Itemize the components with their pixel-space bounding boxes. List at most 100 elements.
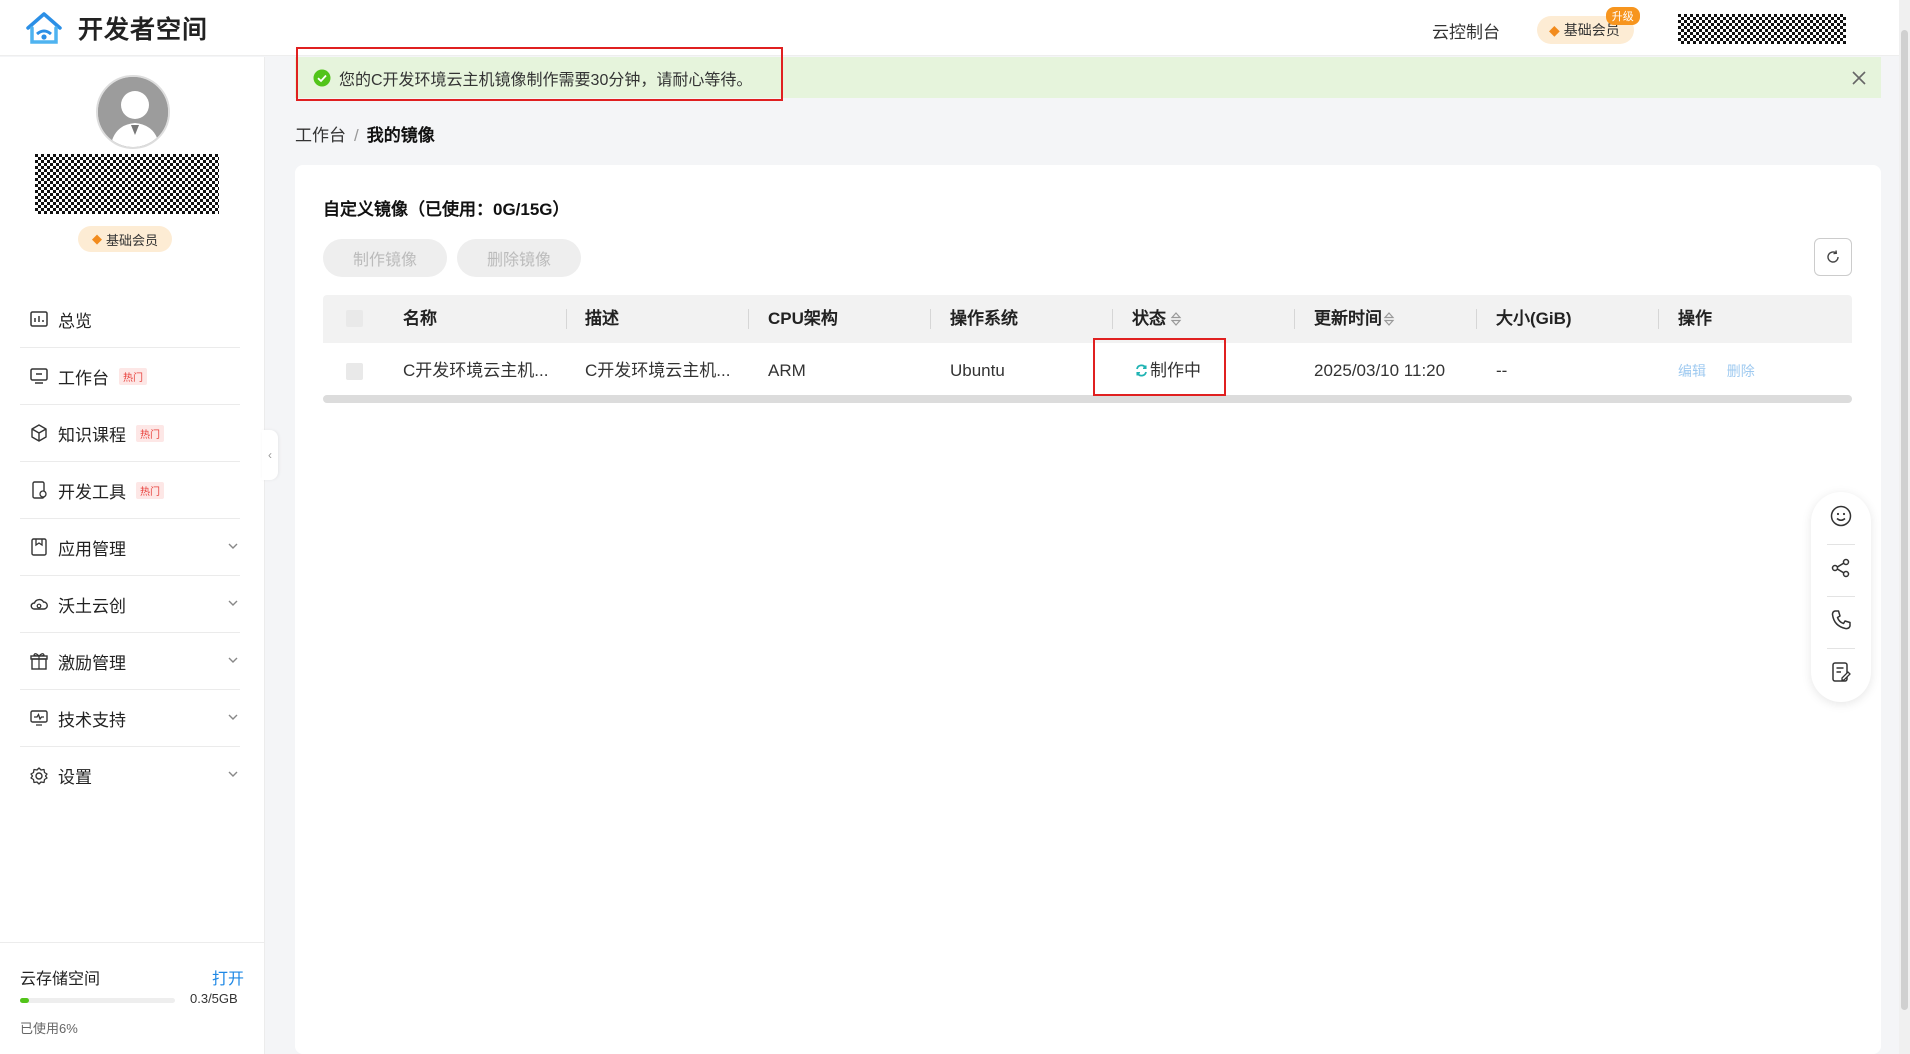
hot-tag: 热门 (136, 424, 164, 442)
workbench-icon (28, 365, 50, 387)
sort-icon[interactable] (1383, 312, 1395, 326)
overview-icon (28, 308, 50, 330)
username-redacted (35, 154, 219, 214)
table-horizontal-scrollbar[interactable] (323, 395, 1852, 403)
floating-tool-panel (1811, 492, 1871, 702)
sidebar-item-workbench[interactable]: 工作台 热门 (20, 348, 240, 405)
cell-os: Ubuntu (950, 361, 1005, 380)
sidebar-item-app-manage[interactable]: 应用管理 (20, 519, 240, 576)
course-icon (28, 422, 50, 444)
sidebar-item-devtools[interactable]: 开发工具 热门 (20, 462, 240, 519)
support-icon (28, 707, 50, 729)
phone-icon (1831, 610, 1851, 630)
select-all-checkbox[interactable] (346, 310, 363, 327)
sidebar: ◆ 基础会员 总览 工作台 热门 知识课程 热门 开发工具 热门 应用管理 沃土… (0, 57, 265, 1054)
logo-icon (26, 12, 62, 44)
sidebar-item-courses[interactable]: 知识课程 热门 (20, 405, 240, 462)
refresh-icon (1827, 250, 1839, 263)
sidebar-item-label: 激励管理 (58, 653, 126, 673)
delete-image-button[interactable]: 删除镜像 (457, 239, 581, 277)
sidebar-item-label: 沃土云创 (58, 596, 126, 616)
sidebar-item-overview[interactable]: 总览 (20, 291, 240, 348)
sidebar-item-label: 知识课程 (58, 425, 126, 445)
breadcrumb-root[interactable]: 工作台 (295, 126, 346, 145)
cell-size: -- (1496, 361, 1508, 380)
scrollbar-thumb[interactable] (1901, 30, 1908, 1010)
sidebar-item-settings[interactable]: 设置 (20, 747, 240, 804)
app-title: 开发者空间 (78, 16, 209, 44)
hot-tag: 热门 (119, 367, 147, 385)
gear-icon (28, 765, 50, 787)
storage-used-text: 已使用6% (20, 1021, 78, 1036)
breadcrumb-separator: / (354, 126, 359, 145)
smiley-icon (1830, 505, 1852, 527)
delete-link[interactable]: 删除 (1727, 363, 1755, 379)
member-badge[interactable]: ◆ 基础会员 升级 (1537, 7, 1640, 44)
close-icon[interactable] (1851, 70, 1867, 86)
sidebar-item-label: 设置 (58, 768, 92, 787)
sidebar-member-label: 基础会员 (106, 232, 159, 248)
feedback-button[interactable] (1825, 500, 1857, 532)
row-checkbox[interactable] (346, 363, 363, 380)
phone-button[interactable] (1825, 604, 1857, 636)
sidebar-item-support[interactable]: 技术支持 (20, 690, 240, 747)
chevron-left-icon: ‹ (268, 448, 272, 462)
storage-quota: 0.3/5GB (190, 991, 238, 1006)
avatar[interactable] (96, 75, 170, 149)
diamond-icon: ◆ (92, 231, 102, 246)
storage-open-link[interactable]: 打开 (212, 965, 244, 989)
cell-name: C开发环境云主机... (403, 361, 549, 380)
table-header: 名称 描述 CPU架构 操作系统 状态 更新时间 大小(GiB) 操作 (323, 295, 1852, 343)
sidebar-item-label: 技术支持 (58, 710, 126, 730)
highlight-box-status (1093, 338, 1226, 396)
edit-link[interactable]: 编辑 (1678, 363, 1706, 379)
chevron-down-icon (228, 657, 238, 663)
storage-progress-track (20, 998, 175, 1003)
image-table: 名称 描述 CPU架构 操作系统 状态 更新时间 大小(GiB) 操作 C开发环… (323, 295, 1852, 403)
column-header-description: 描述 (585, 309, 619, 328)
cell-description: C开发环境云主机... (585, 361, 731, 380)
share-button[interactable] (1825, 552, 1857, 584)
share-icon (1831, 558, 1850, 578)
logo[interactable]: 开发者空间 (22, 8, 208, 48)
notes-button[interactable] (1825, 656, 1857, 688)
storage-title: 云存储空间 (20, 971, 101, 988)
app-manage-icon (28, 536, 50, 558)
top-bar: 开发者空间 云控制台 ◆ 基础会员 升级 (0, 0, 1910, 56)
column-header-cpu: CPU架构 (768, 309, 838, 328)
column-header-updated[interactable]: 更新时间 (1314, 295, 1382, 343)
column-header-actions: 操作 (1678, 309, 1712, 328)
column-header-os: 操作系统 (950, 309, 1018, 328)
card-title: 自定义镜像（已使用：0G/15G） (323, 200, 570, 219)
sidebar-item-label: 开发工具 (58, 482, 126, 502)
column-header-status[interactable]: 状态 (1132, 295, 1166, 343)
sidebar-item-incentives[interactable]: 激励管理 (20, 633, 240, 690)
column-header-name: 名称 (403, 309, 437, 328)
storage-progress-fill (20, 998, 30, 1003)
user-name-redacted[interactable] (1678, 14, 1846, 44)
page-vertical-scrollbar[interactable] (1899, 0, 1910, 1054)
upgrade-tag[interactable]: 升级 (1605, 7, 1640, 25)
sidebar-item-label: 工作台 (58, 368, 109, 388)
cell-updated: 2025/03/10 11:20 (1314, 361, 1446, 380)
chevron-down-icon (228, 714, 238, 720)
sidebar-item-cloud-create[interactable]: 沃土云创 (20, 576, 240, 633)
cell-actions: 编辑 删除 (1678, 343, 1755, 399)
sort-icon[interactable] (1170, 312, 1182, 326)
highlight-box-notice (296, 47, 783, 101)
sidebar-member-badge[interactable]: ◆ 基础会员 (78, 226, 173, 252)
cloud-storage-panel: 云存储空间 打开 0.3/5GB 已使用6% (0, 942, 265, 1054)
column-header-size: 大小(GiB) (1496, 309, 1572, 328)
sidebar-item-label: 总览 (58, 311, 92, 331)
refresh-button[interactable] (1814, 238, 1852, 276)
chevron-down-icon (228, 600, 238, 606)
cloud-create-icon (28, 593, 50, 615)
chevron-down-icon (228, 543, 238, 549)
hot-tag: 热门 (136, 481, 164, 499)
image-list-card: 自定义镜像（已使用：0G/15G） 制作镜像 删除镜像 名称 描述 CPU架构 … (295, 165, 1881, 1054)
create-image-button[interactable]: 制作镜像 (323, 239, 447, 277)
note-edit-icon (1832, 662, 1851, 682)
sidebar-collapse-button[interactable]: ‹ (262, 430, 278, 480)
devtool-icon (28, 479, 50, 501)
console-link[interactable]: 云控制台 (1432, 18, 1500, 43)
